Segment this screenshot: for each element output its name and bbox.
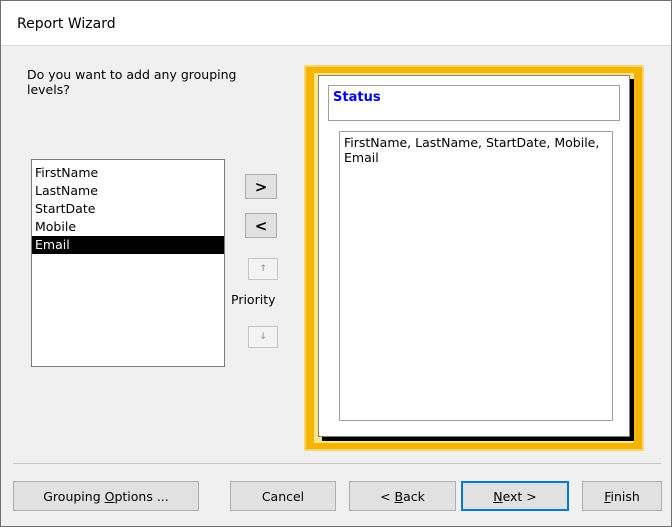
- grouping-options-label: Grouping Options ...: [43, 488, 169, 504]
- footer-separator: [13, 463, 661, 464]
- report-wizard-window: Report Wizard Do you want to add any gro…: [0, 0, 672, 527]
- field-item-startdate[interactable]: StartDate: [32, 200, 224, 218]
- report-preview: Status FirstName, LastName, StartDate, M…: [304, 65, 644, 451]
- back-button[interactable]: < Back: [349, 481, 456, 511]
- group-header-text: Status: [333, 90, 381, 105]
- detail-fields-box: FirstName, LastName, StartDate, Mobile, …: [339, 131, 613, 421]
- cancel-label: Cancel: [261, 488, 305, 504]
- remove-grouping-label: <: [254, 216, 268, 235]
- arrow-up-icon: ↑: [259, 264, 267, 274]
- finish-label: Finish: [604, 488, 640, 504]
- field-item-lastname[interactable]: LastName: [32, 182, 224, 200]
- priority-label: Priority: [231, 292, 276, 307]
- available-fields-list[interactable]: FirstName LastName StartDate Mobile Emai…: [31, 159, 225, 367]
- field-item-mobile[interactable]: Mobile: [32, 218, 224, 236]
- priority-down-button[interactable]: ↓: [248, 326, 278, 348]
- grouping-question: Do you want to add any grouping levels?: [27, 67, 237, 97]
- preview-page: Status FirstName, LastName, StartDate, M…: [318, 75, 630, 437]
- next-button[interactable]: Next >: [461, 481, 569, 511]
- cancel-button[interactable]: Cancel: [230, 481, 336, 511]
- next-label: Next >: [493, 488, 537, 504]
- back-label: < Back: [380, 488, 425, 504]
- group-header-box: Status: [328, 85, 620, 121]
- grouping-options-button[interactable]: Grouping Options ...: [13, 481, 199, 511]
- window-title: Report Wizard: [17, 16, 116, 32]
- title-bar: Report Wizard: [1, 1, 671, 46]
- add-grouping-button[interactable]: >: [245, 174, 277, 199]
- finish-button[interactable]: Finish: [582, 481, 662, 511]
- field-item-firstname[interactable]: FirstName: [32, 164, 224, 182]
- priority-up-button[interactable]: ↑: [248, 258, 278, 280]
- field-item-email[interactable]: Email: [32, 236, 224, 254]
- add-grouping-label: >: [254, 177, 268, 196]
- remove-grouping-button[interactable]: <: [245, 213, 277, 238]
- arrow-down-icon: ↓: [259, 332, 267, 342]
